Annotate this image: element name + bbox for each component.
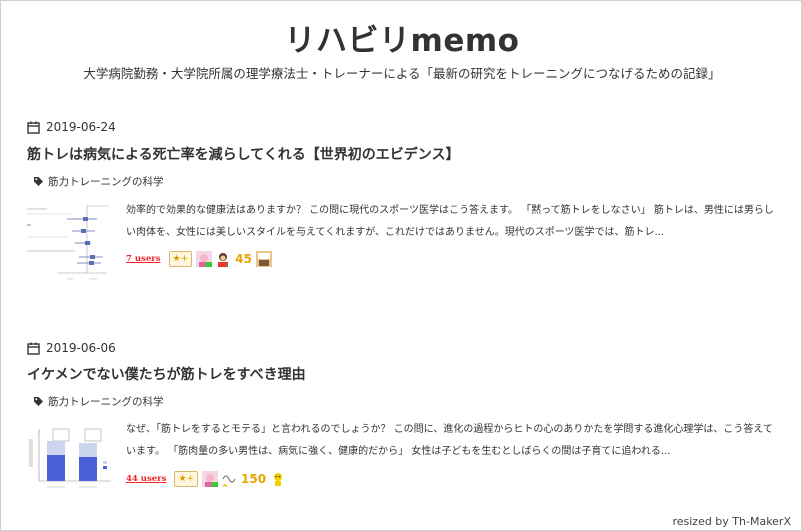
avatar-icon[interactable] xyxy=(255,251,272,267)
calendar-icon xyxy=(27,342,40,355)
avatar-icon[interactable] xyxy=(270,471,287,487)
site-description: 大学病院勤務・大学院所属の理学療法士・トレーナーによる「最新の研究をトレーニング… xyxy=(83,66,721,81)
tag-icon xyxy=(34,397,43,406)
post-thumbnail[interactable] xyxy=(27,201,117,285)
post-tag-label: 筋力トレーニングの科学 xyxy=(48,396,164,408)
bookmark-users-link[interactable]: 44 users xyxy=(126,474,166,484)
footer-credit: resized by Th-MakerX xyxy=(672,515,791,528)
bar-chart-thumbnail-icon xyxy=(27,421,117,493)
site-title[interactable]: リハビリmemo xyxy=(1,15,802,60)
calendar-icon xyxy=(27,121,40,134)
avatar-icon[interactable] xyxy=(215,251,232,267)
bookmark-stats: 44 users ★+ 150 xyxy=(126,470,289,488)
post-excerpt: 効率的で効果的な健康法はありますか？ この問に現代のスポーツ医学はこう答えます。… xyxy=(126,205,774,238)
star-count[interactable]: 150 xyxy=(241,472,266,486)
post-date: 2019-06-06 xyxy=(46,341,116,355)
post-excerpt: なぜ、「筋トレをするとモテる」と言われるのでしょうか？ この問に、進化の過程から… xyxy=(126,424,773,457)
bookmark-stats: 7 users ★+ 45 xyxy=(126,250,275,268)
forest-plot-thumbnail-icon xyxy=(27,201,117,285)
tag-icon xyxy=(34,177,43,186)
add-star-button[interactable]: ★+ xyxy=(168,251,193,267)
post-title-link[interactable]: 筋トレは病気による死亡率を減らしてくれる【世界初のエビデンス】 xyxy=(27,144,459,164)
post-date: 2019-06-24 xyxy=(46,120,116,134)
post-tag[interactable]: 筋力トレーニングの科学 xyxy=(33,174,164,189)
post-tag-label: 筋力トレーニングの科学 xyxy=(48,176,164,188)
post-date-row: 2019-06-06 xyxy=(27,341,116,355)
avatar-icon[interactable] xyxy=(196,251,213,267)
post-tag[interactable]: 筋力トレーニングの科学 xyxy=(33,394,164,409)
avatar-icon[interactable] xyxy=(221,471,238,487)
bookmark-users-link[interactable]: 7 users xyxy=(126,254,161,264)
avatar-icon[interactable] xyxy=(202,471,219,487)
add-star-button[interactable]: ★+ xyxy=(174,471,199,487)
star-count[interactable]: 45 xyxy=(235,252,252,266)
post-date-row: 2019-06-24 xyxy=(27,120,116,134)
post-thumbnail[interactable] xyxy=(27,421,117,493)
post-title-link[interactable]: イケメンでない僕たちが筋トレをすべき理由 xyxy=(27,364,306,384)
